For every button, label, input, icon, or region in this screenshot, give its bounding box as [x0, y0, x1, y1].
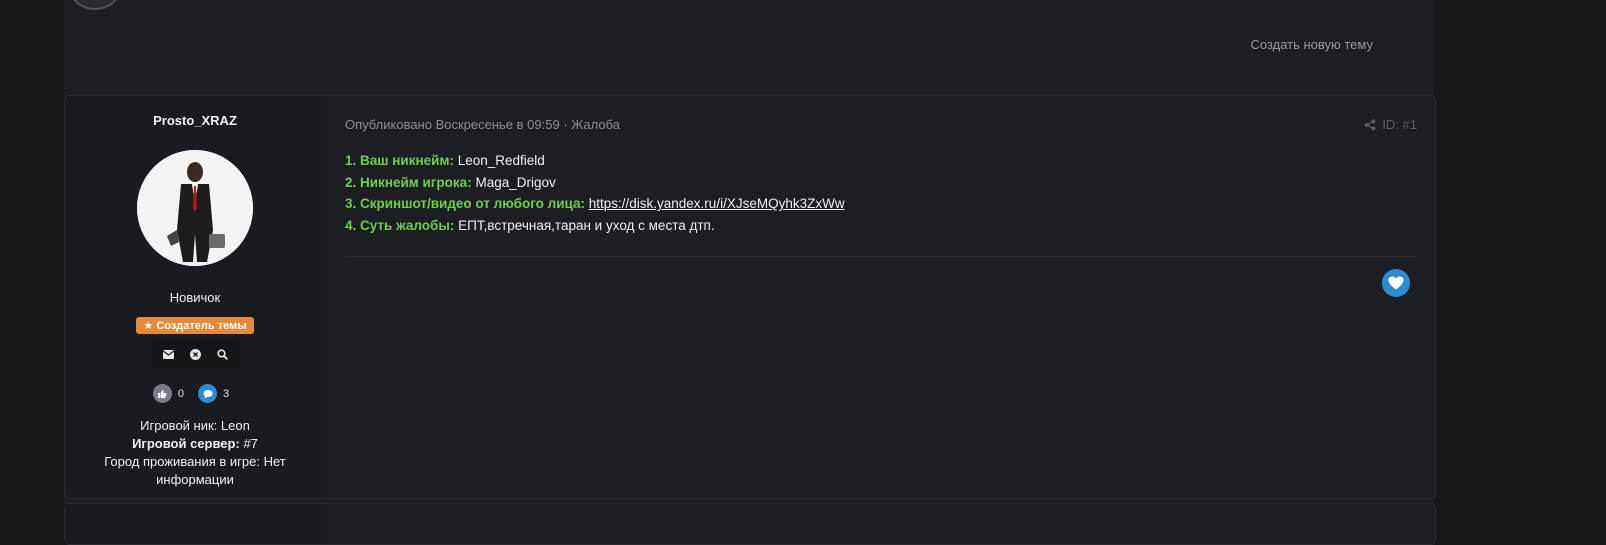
content-label: 4. Суть жалобы: [345, 217, 455, 233]
next-post-author-panel [65, 504, 325, 544]
city-row: Город проживания в игре: Нет информации [87, 453, 303, 489]
author-name[interactable]: Prosto_XRAZ [65, 113, 325, 128]
new-topic-link[interactable]: Создать новую тему [1250, 37, 1373, 52]
star-icon: ★ [143, 320, 154, 332]
game-nick-label: Игровой ник: [140, 418, 218, 433]
city-label: Город проживания в игре: [104, 454, 260, 469]
content-line: 2. Никнейм игрока: Maga_Drigov [345, 172, 845, 194]
game-nick-value: Leon [220, 418, 250, 433]
content-line: 3. Скриншот/видео от любого лица: https:… [345, 193, 845, 215]
content-value: ЕПТ,встречная,таран и уход с места дтп. [458, 217, 715, 233]
author-panel: Prosto_XRAZ Новичок ★ Создатель темы 0 3… [65, 96, 325, 498]
evidence-link[interactable]: https://disk.yandex.ru/i/XJseMQyhk3ZxWw [589, 196, 845, 211]
server-label: Игровой сервер: [132, 436, 240, 451]
ignore-button[interactable] [182, 341, 209, 368]
game-nick-row: Игровой ник: Leon [87, 417, 303, 435]
content-value: Maga_Drigov [475, 174, 556, 190]
author-counters: 0 3 [65, 384, 325, 403]
avatar[interactable] [137, 150, 253, 266]
next-post [64, 503, 1436, 545]
meta-separator: · [559, 117, 572, 132]
like-button[interactable] [1382, 269, 1410, 297]
messages-count: 3 [223, 387, 230, 400]
content-label: 2. Никнейм игрока: [345, 174, 472, 190]
post-body: Опубликовано Воскресенье в 09:59 · Жалоб… [325, 96, 1435, 498]
post-divider [345, 256, 1417, 257]
badge-label: Создатель темы [156, 320, 247, 332]
content-value: Leon_Redfield [457, 153, 545, 168]
close-circle-icon [189, 349, 201, 360]
content-line: 4. Суть жалобы: ЕПТ,встречная,таран и ух… [345, 215, 845, 237]
envelope-icon [162, 350, 174, 359]
reactions-count: 0 [177, 387, 184, 400]
post-meta: Опубликовано Воскресенье в 09:59 · Жалоб… [345, 117, 620, 132]
content-label: 1. Ваш никнейм: [345, 153, 454, 168]
chat-icon [198, 384, 217, 403]
search-icon [216, 349, 228, 360]
avatar-image [137, 150, 253, 266]
author-rank: Новичок [169, 290, 221, 305]
post-content: 1. Ваш никнейм: Leon_Redfield 2. Никнейм… [345, 150, 845, 236]
share-icon [1364, 119, 1376, 130]
topic-creator-badge: ★ Создатель темы [136, 317, 254, 334]
heart-icon [1388, 276, 1404, 290]
server-row: Игровой сервер: #7 [87, 435, 303, 453]
search-button[interactable] [209, 341, 236, 368]
thumbs-up-icon [152, 384, 172, 403]
post: Prosto_XRAZ Новичок ★ Создатель темы 0 3… [64, 95, 1436, 499]
content-label: 3. Скриншот/видео от любого лица: [345, 196, 585, 211]
server-value: #7 [243, 436, 258, 451]
post-id[interactable]: ID: #1 [1364, 117, 1417, 132]
post-date[interactable]: Опубликовано Воскресенье в 09:59 [345, 117, 560, 132]
message-button[interactable] [155, 341, 182, 368]
complaint-link[interactable]: Жалоба [571, 117, 620, 132]
post-id-label: ID: #1 [1382, 117, 1417, 132]
author-info: Игровой ник: Leon Игровой сервер: #7 Гор… [65, 417, 325, 489]
content-line: 1. Ваш никнейм: Leon_Redfield [345, 150, 845, 172]
author-actions [150, 341, 240, 368]
